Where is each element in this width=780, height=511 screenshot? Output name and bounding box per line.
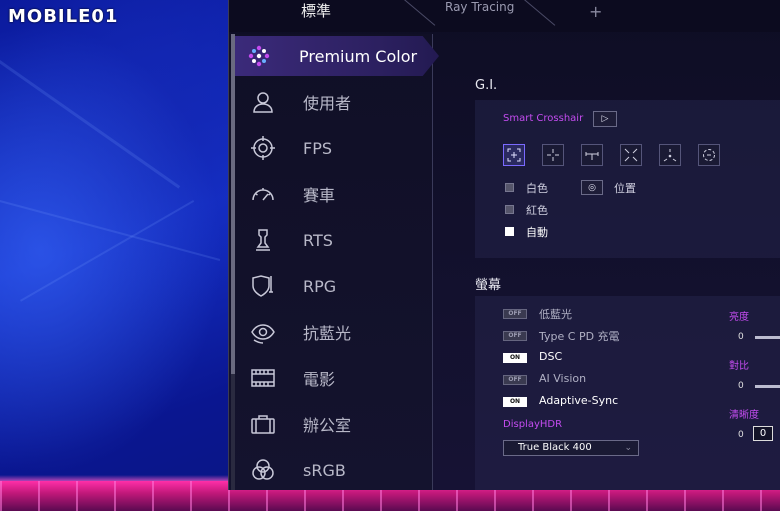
sidebar-item-label: FPS (303, 138, 333, 158)
low-blue-light-toggle[interactable]: OFF (503, 309, 527, 319)
sidebar-item-movie[interactable]: 電影 (239, 358, 439, 398)
tab-ray-tracing[interactable]: Ray Tracing (445, 0, 514, 14)
eye-icon (249, 318, 277, 346)
crosshair-play-button[interactable]: ▷ (593, 111, 617, 127)
crosshair-x-icon (624, 148, 638, 162)
sidebar-item-fps[interactable]: FPS (239, 128, 439, 168)
type-c-pd-label: Type C PD 充電 (539, 330, 620, 343)
color-red-radio[interactable] (505, 205, 514, 214)
sidebar-item-user[interactable]: 使用者 (239, 82, 439, 122)
sidebar-item-racing[interactable]: 賽車 (239, 174, 439, 214)
dsc-toggle[interactable]: ON (503, 353, 527, 363)
user-icon (249, 88, 277, 116)
ai-vision-label: AI Vision (539, 372, 587, 385)
color-white-label: 白色 (526, 182, 548, 195)
film-icon (249, 364, 277, 392)
sidebar-scrollbar[interactable] (231, 34, 235, 490)
osd-window: 標準 Ray Tracing + Premium Color 使用者 FPS 賽… (228, 0, 780, 490)
sharpness-label: 清晰度 (729, 410, 759, 421)
crosshair-circle-icon (703, 149, 715, 161)
color-white-radio[interactable] (505, 183, 514, 192)
sidebar-item-label: 辦公室 (303, 416, 352, 435)
scrollbar-thumb[interactable] (231, 34, 235, 374)
smart-crosshair-label: Smart Crosshair (503, 113, 584, 124)
chevron-down-icon: ⌄ (624, 443, 632, 453)
crosshair-style-5[interactable] (659, 144, 681, 166)
sharpness-value: 0 (738, 430, 744, 440)
briefcase-icon (249, 410, 277, 438)
crosshair-plus-icon (547, 149, 559, 161)
position-button[interactable]: ◎ (581, 180, 603, 195)
type-c-pd-toggle[interactable]: OFF (503, 331, 527, 341)
brightness-slider[interactable] (755, 336, 780, 339)
mode-sidebar: Premium Color 使用者 FPS 賽車 RTS RPG 抗藍光 電影 … (229, 34, 439, 490)
sidebar-item-premium-color[interactable]: Premium Color (235, 36, 439, 76)
sidebar-item-label: 使用者 (303, 94, 352, 113)
contrast-value: 0 (738, 381, 744, 391)
tab-divider (404, 0, 436, 26)
contrast-slider[interactable] (755, 385, 780, 388)
crosshair-style-3[interactable] (581, 144, 603, 166)
dsc-label: DSC (539, 350, 563, 363)
play-icon: ▷ (601, 114, 609, 124)
gi-section-title: G.I. (475, 78, 498, 93)
sidebar-item-rpg[interactable]: RPG (239, 266, 439, 306)
sidebar-item-label: RPG (303, 276, 337, 296)
display-hdr-select[interactable]: True Black 400 ⌄ (503, 440, 639, 456)
sidebar-item-srgb[interactable]: sRGB (239, 450, 439, 490)
shield-sword-icon (249, 272, 277, 300)
color-red-label: 紅色 (526, 204, 548, 217)
rgb-circles-icon (249, 456, 277, 484)
mobile01-logo: MOBILE01 (8, 6, 119, 27)
crosshair-style-1[interactable] (503, 144, 525, 166)
ai-vision-toggle[interactable]: OFF (503, 375, 527, 385)
sharpness-input[interactable]: 0 (753, 426, 773, 441)
display-hdr-value: True Black 400 (518, 442, 592, 453)
position-label: 位置 (614, 182, 636, 195)
tab-bar: 標準 Ray Tracing + (229, 0, 780, 32)
brightness-label: 亮度 (729, 312, 749, 323)
tab-standard[interactable]: 標準 (301, 0, 331, 21)
sidebar-item-label: 抗藍光 (303, 324, 352, 343)
low-blue-light-label: 低藍光 (539, 308, 572, 321)
premium-color-icon (245, 42, 273, 70)
screen-section-title: 螢幕 (475, 278, 502, 293)
add-tab-button[interactable]: + (589, 2, 602, 21)
crosshair-icon (249, 134, 277, 162)
chess-piece-icon (249, 226, 277, 254)
screen-panel (475, 296, 780, 490)
sidebar-item-label: sRGB (303, 460, 346, 480)
crosshair-style-4[interactable] (620, 144, 642, 166)
sidebar-item-label: RTS (303, 230, 333, 250)
crosshair-style-6[interactable] (698, 144, 720, 166)
adaptive-sync-label: Adaptive-Sync (539, 394, 619, 407)
sidebar-item-label: 賽車 (303, 186, 336, 205)
display-hdr-label: DisplayHDR (503, 419, 563, 430)
crosshair-tee-icon (585, 152, 599, 160)
color-auto-radio[interactable] (505, 227, 514, 236)
crosshair-triangle-icon (663, 149, 677, 162)
target-icon: ◎ (588, 182, 596, 193)
tab-divider (524, 0, 556, 26)
color-auto-label: 自動 (526, 226, 548, 239)
sidebar-item-label: 電影 (303, 370, 336, 389)
brightness-value: 0 (738, 332, 744, 342)
speedometer-icon (249, 180, 277, 208)
crosshair-style-2[interactable] (542, 144, 564, 166)
crosshair-bracket-icon (507, 148, 521, 162)
contrast-label: 對比 (729, 361, 749, 372)
sidebar-item-label: Premium Color (299, 46, 418, 66)
sidebar-item-office[interactable]: 辦公室 (239, 404, 439, 444)
sidebar-item-rts[interactable]: RTS (239, 220, 439, 260)
adaptive-sync-toggle[interactable]: ON (503, 397, 527, 407)
sidebar-item-blue-light[interactable]: 抗藍光 (239, 312, 439, 352)
